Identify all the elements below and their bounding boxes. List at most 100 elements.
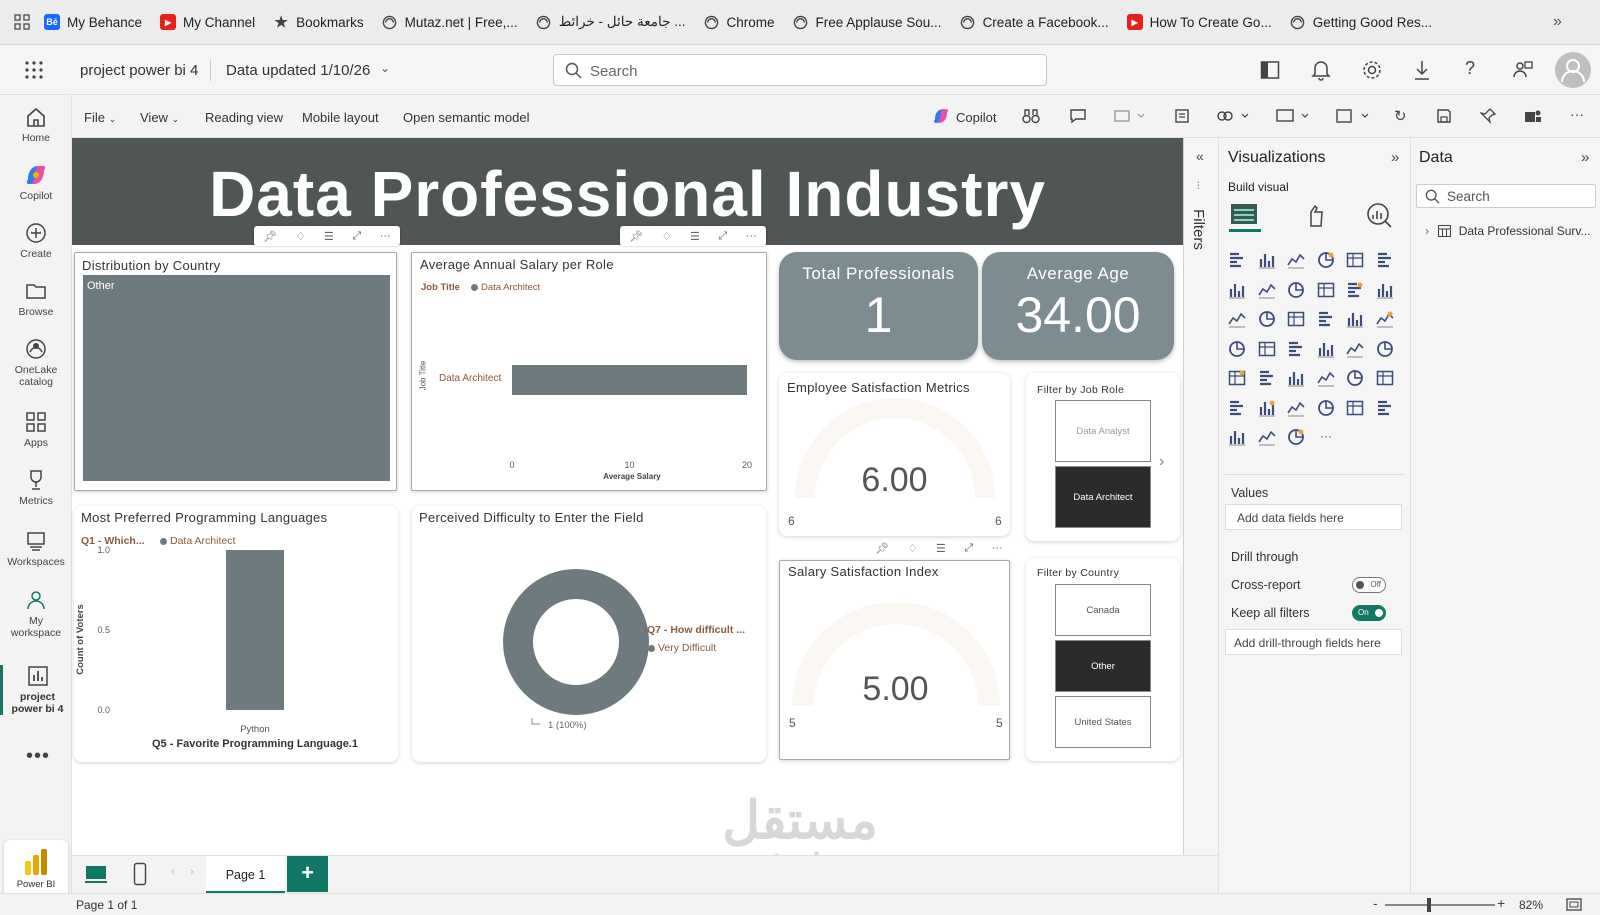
table-visual-icon[interactable] bbox=[1286, 368, 1306, 388]
pie-visual-icon[interactable] bbox=[1345, 309, 1365, 329]
file-menu[interactable]: File ⌄ bbox=[84, 110, 116, 125]
nav-metrics[interactable]: Metrics bbox=[0, 469, 72, 507]
area-visual-icon[interactable] bbox=[1257, 280, 1277, 300]
more-visuals-visual-icon[interactable]: ··· bbox=[1316, 427, 1336, 447]
nav-apps[interactable]: Apps bbox=[0, 411, 72, 449]
mobile-layout-icon[interactable] bbox=[133, 862, 147, 886]
nav-my-workspace[interactable]: My workspace bbox=[0, 589, 72, 639]
qa-visual-icon[interactable] bbox=[1227, 398, 1247, 418]
zoom-level[interactable]: 82% bbox=[1519, 898, 1543, 912]
line-stacked-column-visual-icon[interactable] bbox=[1345, 280, 1365, 300]
slicer-visual-icon[interactable] bbox=[1257, 368, 1277, 388]
filters-pane-collapsed[interactable]: « ⫶ Filters bbox=[1183, 138, 1218, 855]
export-icon[interactable] bbox=[1114, 108, 1144, 124]
waterfall-visual-icon[interactable] bbox=[1257, 309, 1277, 329]
donut-visual-icon[interactable] bbox=[1375, 309, 1395, 329]
bookmark-applause[interactable]: Free Applause Sou... bbox=[792, 14, 942, 30]
treemap-tile[interactable]: Other bbox=[83, 275, 390, 481]
present-icon[interactable] bbox=[1276, 107, 1310, 125]
search-box[interactable]: Search bbox=[553, 54, 1047, 86]
100-stacked-bar-visual-icon[interactable] bbox=[1345, 250, 1365, 270]
save-icon[interactable] bbox=[1436, 108, 1452, 124]
stacked-bar-visual-icon[interactable] bbox=[1227, 250, 1247, 270]
add-page-button[interactable]: + bbox=[287, 856, 328, 892]
image-visual-icon[interactable] bbox=[1227, 427, 1247, 447]
data-table-item[interactable]: › Data Professional Surv... bbox=[1425, 224, 1591, 238]
map-visual-icon[interactable] bbox=[1257, 339, 1277, 359]
bell-icon[interactable]: ♢ bbox=[296, 230, 306, 243]
focus-mode-icon[interactable]: ⤢ bbox=[718, 230, 727, 243]
treemap-visual-icon[interactable] bbox=[1227, 339, 1247, 359]
nav-create[interactable]: Create bbox=[0, 222, 72, 260]
legend-item[interactable]: Very Difficult bbox=[658, 642, 716, 654]
100-stacked-column-visual-icon[interactable] bbox=[1375, 250, 1395, 270]
gauge-visual-icon[interactable] bbox=[1345, 339, 1365, 359]
zoom-in-button[interactable]: + bbox=[1497, 895, 1505, 911]
zoom-slider-thumb[interactable] bbox=[1427, 898, 1431, 912]
more-bookmarks-icon[interactable]: » bbox=[1553, 13, 1562, 31]
pin-visual-icon[interactable]: 📌︎ bbox=[629, 230, 643, 243]
filter-icon[interactable]: ☰ bbox=[690, 230, 700, 243]
kpi-average-age[interactable]: Average Age 34.00 bbox=[982, 252, 1174, 360]
zoom-out-button[interactable]: - bbox=[1373, 895, 1378, 911]
more-options-icon[interactable]: ··· bbox=[746, 230, 757, 242]
bookmark-results[interactable]: Getting Good Res... bbox=[1290, 14, 1432, 30]
copilot-button[interactable]: Copilot bbox=[956, 110, 996, 125]
power-automate-visual-icon[interactable] bbox=[1257, 427, 1277, 447]
nav-current-report[interactable]: project power bi 4 bbox=[0, 665, 72, 715]
r-visual-visual-icon[interactable] bbox=[1345, 368, 1365, 388]
bookmark-facebook[interactable]: Create a Facebook... bbox=[960, 14, 1109, 30]
data-updated[interactable]: Data updated 1/10/26 bbox=[226, 62, 370, 79]
smart-narrative-visual-icon[interactable] bbox=[1257, 398, 1277, 418]
bookmark-chrome[interactable]: Chrome bbox=[703, 14, 774, 30]
slicer-option-other[interactable]: Other bbox=[1055, 640, 1151, 692]
chevron-left-icon[interactable]: « bbox=[1196, 148, 1204, 164]
bookmark-channel[interactable]: ▶ My Channel bbox=[160, 14, 255, 30]
data-search-input[interactable]: Search bbox=[1416, 184, 1596, 208]
slicer-option-united-states[interactable]: United States bbox=[1055, 696, 1151, 748]
keep-all-filters-toggle[interactable]: On bbox=[1352, 605, 1386, 621]
fit-to-page-icon[interactable] bbox=[1566, 898, 1582, 911]
desktop-layout-icon[interactable] bbox=[84, 863, 108, 885]
pane-toggle-icon[interactable] bbox=[1260, 60, 1280, 80]
clustered-column-visual-icon[interactable] bbox=[1316, 250, 1336, 270]
format-visual-icon[interactable] bbox=[1301, 202, 1327, 228]
azure-map-visual-icon[interactable] bbox=[1316, 339, 1336, 359]
card-visual-icon[interactable] bbox=[1375, 339, 1395, 359]
download-icon[interactable] bbox=[1412, 59, 1432, 81]
clustered-bar-visual-icon[interactable] bbox=[1286, 250, 1306, 270]
programming-languages-visual[interactable]: Most Preferred Programming Languages Q1 … bbox=[74, 506, 398, 762]
focus-mode-icon[interactable]: ⤢ bbox=[352, 230, 361, 243]
teams-icon[interactable] bbox=[1524, 108, 1542, 124]
pin-visual-icon[interactable]: 📌︎ bbox=[875, 542, 889, 555]
app-launcher-icon[interactable] bbox=[24, 60, 44, 80]
avatar[interactable] bbox=[1555, 52, 1591, 88]
nav-copilot[interactable]: Copilot bbox=[0, 164, 72, 202]
nav-browse[interactable]: Browse bbox=[0, 280, 72, 318]
line-clustered-column-visual-icon[interactable] bbox=[1375, 280, 1395, 300]
job-role-slicer[interactable]: Filter by Job Role Data Analyst Data Arc… bbox=[1026, 373, 1180, 541]
power-apps-visual-icon[interactable] bbox=[1375, 398, 1395, 418]
zoom-slider[interactable] bbox=[1385, 898, 1495, 912]
tab-page-1[interactable]: Page 1 bbox=[206, 856, 285, 894]
stacked-column-visual-icon[interactable] bbox=[1257, 250, 1277, 270]
cross-report-toggle[interactable]: Off bbox=[1352, 577, 1386, 593]
slicer-option-canada[interactable]: Canada bbox=[1055, 584, 1151, 636]
bookmark-behance[interactable]: Bē My Behance bbox=[44, 14, 142, 30]
bell-icon[interactable] bbox=[1311, 59, 1331, 81]
bookmark-uoh[interactable]: جامعة حائل - خرائط ... bbox=[536, 14, 685, 30]
view-mode-icon[interactable] bbox=[1336, 107, 1370, 125]
more-options-icon[interactable]: ··· bbox=[1570, 106, 1584, 122]
nav-home[interactable]: Home bbox=[0, 106, 72, 144]
line-visual-icon[interactable] bbox=[1227, 280, 1247, 300]
more-icon[interactable]: ••• bbox=[26, 745, 50, 768]
stacked-area-visual-icon[interactable] bbox=[1286, 280, 1306, 300]
salary-satisfaction-gauge[interactable]: Salary Satisfaction Index 5.00 5 5 bbox=[779, 560, 1010, 760]
pin-visual-icon[interactable]: 📌︎ bbox=[263, 230, 277, 243]
analytics-icon[interactable] bbox=[1365, 201, 1393, 229]
share-icon[interactable] bbox=[1216, 107, 1250, 125]
settings-gear-icon[interactable] bbox=[1361, 59, 1383, 81]
ribbon-visual-icon[interactable] bbox=[1227, 309, 1247, 329]
powerbi-switcher[interactable]: Power BI bbox=[4, 840, 68, 900]
scatter-visual-icon[interactable] bbox=[1316, 309, 1336, 329]
